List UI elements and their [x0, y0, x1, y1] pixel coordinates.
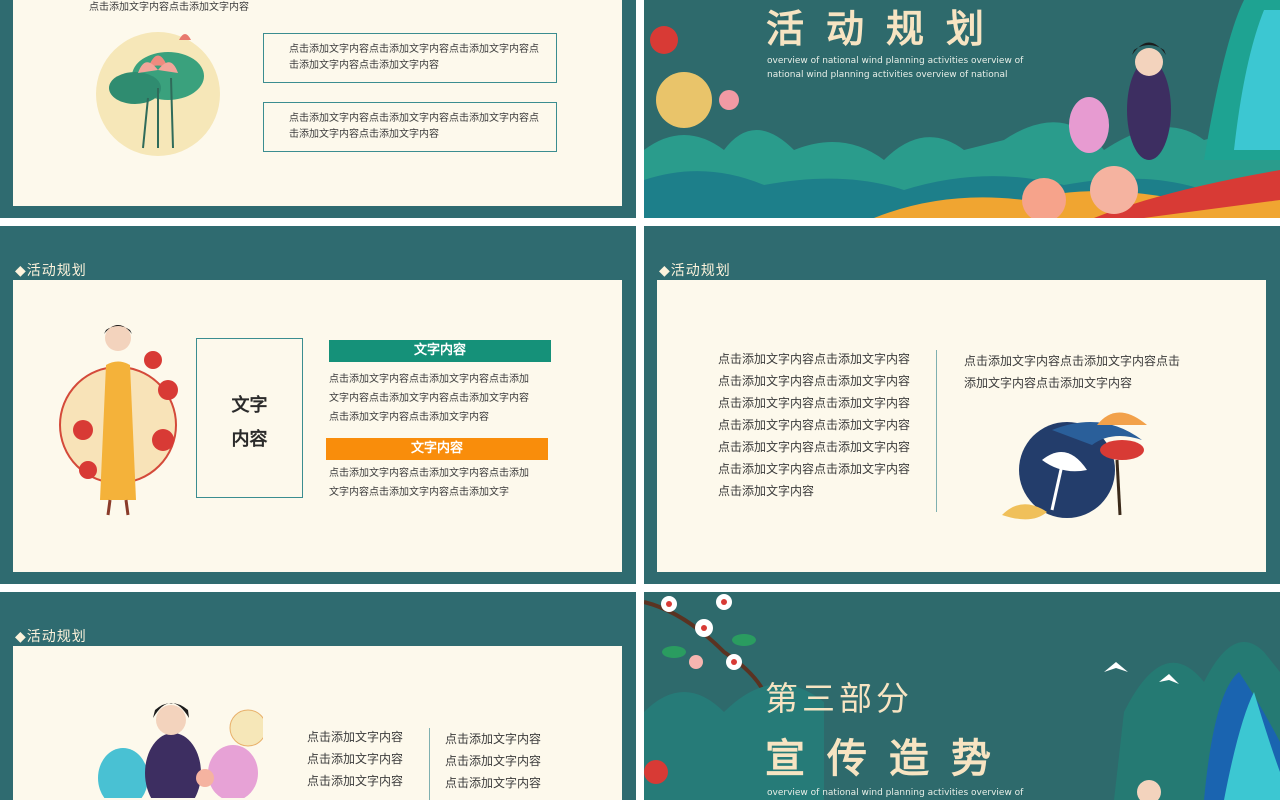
right-text-line: 点击添加文字内容 — [445, 776, 542, 790]
content-card: 点击添加文字内容 点击添加文字内容 点击添加文字内容 点击添加文字内容 点击添加… — [13, 646, 622, 800]
vertical-divider — [429, 728, 430, 800]
slide-subtitle: overview of national wind planning activ… — [767, 56, 1024, 80]
right-text-line: 添加文字内容点击添加文字内容 — [964, 376, 1133, 390]
right-text-column: 点击添加文字内容 点击添加文字内容 点击添加文字内容 — [445, 728, 541, 794]
paragraph-1-line: 点击添加文字内容点击添加文字内容 — [329, 412, 489, 423]
text-box-1-content: 点击添加文字内容点击添加文字内容点击添加文字内容点击添加文字内容点击添加文字内容 — [289, 44, 539, 71]
slide-thumbnail-4[interactable]: ◆活动规划 点击添加文字内容点击添加文字内容 点击添加文字内容点击添加文字内容 … — [644, 226, 1280, 584]
section-title: ◆活动规划 — [659, 263, 731, 279]
left-text-line: 点击添加文字内容 — [307, 752, 404, 766]
text-box-1: 点击添加文字内容点击添加文字内容点击添加文字内容点击添加文字内容点击添加文字内容 — [263, 33, 557, 83]
left-text-line: 点击添加文字内容点击添加文字内容 — [718, 374, 911, 388]
content-card: 点击添加文字内容点击添加文字内容 点击添加文字内容点击添加文字内容点击添加文字内… — [13, 0, 622, 206]
left-text-line: 点击添加文字内容点击添加文字内容 — [718, 462, 911, 476]
slide-title: 活动规划 — [766, 7, 1007, 51]
paragraph-2-line: 文字内容点击添加文字内容点击添加文字 — [329, 487, 509, 498]
slide-thumbnail-5[interactable]: ◆活动规划 点击添加文字内容 点击添加文字内容 点击添加文字内容 点击添加文字内… — [0, 592, 636, 800]
green-banner: 文字内容 — [329, 340, 551, 362]
paragraph-2-line: 点击添加文字内容点击添加文字内容点击添加 — [329, 468, 529, 479]
content-card: 文字 内容 文字内容 点击添加文字内容点击添加文字内容点击添加 文字内容点击添加… — [13, 280, 622, 572]
left-text-line: 点击添加文字内容 — [718, 484, 815, 498]
crane-illustration — [1002, 412, 1147, 520]
text-box-2-content: 点击添加文字内容点击添加文字内容点击添加文字内容点击添加文字内容点击添加文字内容 — [289, 113, 539, 140]
paragraph-1-line: 文字内容点击添加文字内容点击添加文字内容 — [329, 393, 529, 404]
woman-with-clouds-illustration — [98, 703, 263, 798]
left-text-column: 点击添加文字内容点击添加文字内容 点击添加文字内容点击添加文字内容 点击添加文字… — [718, 348, 910, 502]
part-label: 第三部分 — [765, 679, 913, 718]
text-box-2: 点击添加文字内容点击添加文字内容点击添加文字内容点击添加文字内容点击添加文字内容 — [263, 102, 557, 152]
section-title: ◆活动规划 — [15, 629, 87, 645]
slide-thumbnail-2[interactable]: 活动规划 overview of national wind planning … — [644, 0, 1280, 218]
content-card: 点击添加文字内容点击添加文字内容 点击添加文字内容点击添加文字内容 点击添加文字… — [657, 280, 1266, 572]
left-text-line: 点击添加文字内容点击添加文字内容 — [718, 352, 911, 366]
right-text-column: 点击添加文字内容点击添加文字内容点击 添加文字内容点击添加文字内容 — [964, 350, 1180, 394]
right-text-line: 点击添加文字内容 — [445, 732, 542, 746]
right-text-line: 点击添加文字内容 — [445, 754, 542, 768]
slide-thumbnail-1[interactable]: 点击添加文字内容点击添加文字内容 点击添加文字内容点击添加文字内容点击添加文字内… — [0, 0, 636, 218]
paragraph-1-line: 点击添加文字内容点击添加文字内容点击添加 — [329, 374, 529, 385]
slide-thumbnail-3[interactable]: ◆活动规划 文字 内容 文字内容 点击添加文字内容点击添加文字内容点击添加 文字… — [0, 226, 636, 584]
section-title: ◆活动规划 — [15, 263, 87, 279]
slide-thumbnail-6[interactable]: 第三部分 宣传造势 overview of national wind plan… — [644, 592, 1280, 800]
left-text-line: 点击添加文字内容 — [307, 774, 404, 788]
right-text-line: 点击添加文字内容点击添加文字内容点击 — [964, 354, 1181, 368]
paragraph-1: 点击添加文字内容点击添加文字内容点击添加 文字内容点击添加文字内容点击添加文字内… — [329, 370, 529, 427]
title-box-line1: 文字 — [231, 395, 268, 416]
orange-banner: 文字内容 — [326, 438, 548, 460]
slide-title: 宣传造势 — [765, 736, 1013, 782]
top-text: 点击添加文字内容点击添加文字内容 — [89, 2, 249, 13]
lotus-illustration — [96, 32, 220, 156]
vertical-divider — [936, 350, 937, 512]
slide-subtitle: overview of national wind planning activ… — [767, 788, 1024, 798]
left-text-line: 点击添加文字内容点击添加文字内容 — [718, 396, 911, 410]
left-text-line: 点击添加文字内容点击添加文字内容 — [718, 418, 911, 432]
left-text-line: 点击添加文字内容点击添加文字内容 — [718, 440, 911, 454]
qipao-woman-illustration — [59, 325, 178, 516]
title-box-line2: 内容 — [231, 429, 268, 450]
left-text-line: 点击添加文字内容 — [307, 730, 404, 744]
left-text-column: 点击添加文字内容 点击添加文字内容 点击添加文字内容 — [307, 726, 403, 792]
title-box: 文字 内容 — [196, 338, 303, 498]
paragraph-2: 点击添加文字内容点击添加文字内容点击添加 文字内容点击添加文字内容点击添加文字 — [329, 464, 529, 502]
